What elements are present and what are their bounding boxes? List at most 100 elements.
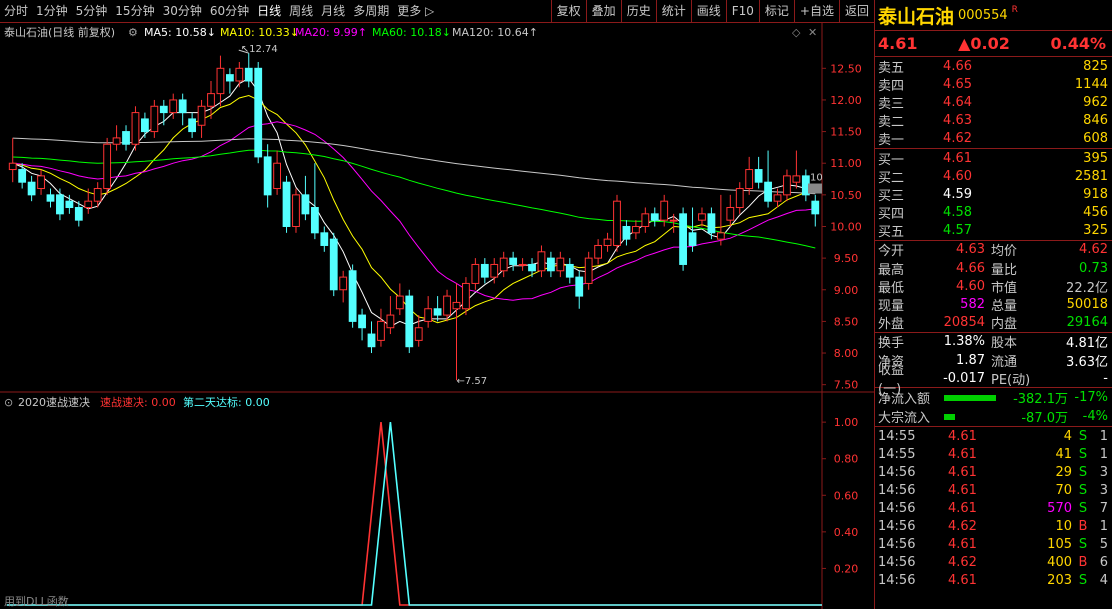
bid-volume: 2581 — [1074, 168, 1108, 184]
stat-value: 50018 — [1066, 297, 1108, 313]
period-tab-9[interactable]: 多周期 — [349, 0, 393, 23]
bid-row: 买二 4.60 2581 — [875, 167, 1112, 186]
period-tab-4[interactable]: 30分钟 — [159, 0, 206, 23]
stat-value: 29164 — [1066, 315, 1108, 331]
tick-side: B — [1078, 554, 1088, 570]
candle — [631, 225, 640, 234]
period-tab-1[interactable]: 1分钟 — [32, 0, 72, 23]
candle — [735, 188, 744, 209]
candle — [329, 238, 338, 291]
period-tab-10[interactable]: 更多 ▷ — [393, 0, 438, 23]
last-price-marker — [808, 183, 822, 194]
candle — [641, 213, 650, 227]
tick-volume: 105 — [1047, 536, 1072, 552]
tool-button-4[interactable]: 画线 — [690, 0, 726, 23]
candle — [348, 270, 357, 322]
candle — [188, 118, 197, 133]
ask-price: 4.62 — [943, 131, 972, 147]
stat-value: 0.73 — [1079, 260, 1108, 276]
ind-y-tick-label: 0.20 — [834, 562, 859, 575]
tick-volume: 400 — [1047, 554, 1072, 570]
tool-button-0[interactable]: 复权 — [550, 0, 586, 23]
tool-button-8[interactable]: 返回 — [838, 0, 874, 23]
tick-count: 1 — [1099, 518, 1108, 534]
period-tab-0[interactable]: 分时 — [0, 0, 32, 23]
tool-button-3[interactable]: 统计 — [655, 0, 691, 23]
diamond-icon[interactable]: ◇ — [792, 26, 801, 39]
candle — [282, 181, 291, 227]
candle — [131, 112, 140, 145]
candle — [292, 194, 300, 227]
period-tab-6[interactable]: 日线 — [253, 0, 285, 23]
stat-label: 今开 — [878, 244, 905, 260]
candle — [716, 232, 725, 240]
indicator-menu-icon[interactable]: ⊙ — [4, 396, 13, 409]
fundamental-row: 收益(一) -0.017 PE(动) - — [875, 363, 1112, 397]
tick-row: 14:56 4.61 29 S 3 — [875, 463, 1112, 481]
bid-label: 买四 — [878, 207, 905, 223]
candle — [754, 169, 763, 183]
tool-button-5[interactable]: F10 — [725, 0, 759, 23]
bid-label: 买二 — [878, 170, 905, 186]
period-tab-5[interactable]: 60分钟 — [206, 0, 253, 23]
tick-row: 14:56 4.62 10 B 1 — [875, 517, 1112, 535]
indicator-chart[interactable]: 1.00 0.80 0.60 0.40 0.20 ⊙ 2020速战速决 速战速决: 0.00 第… — [0, 393, 874, 609]
tick-time: 14:56 — [878, 500, 916, 516]
stat-label: 总量 — [991, 299, 1018, 315]
stat-value: 20854 — [943, 315, 985, 331]
candle — [764, 181, 772, 202]
kline-chart[interactable]: 12.50 12.00 11.50 11.00 10.50 10.00 9.50 9.00 8.… — [0, 23, 874, 393]
fundamental-label: 换手 — [878, 336, 905, 352]
tick-row: 14:56 4.61 203 S 4 — [875, 571, 1112, 589]
ma-label-1: MA10: 10.33↓ — [220, 26, 299, 39]
settings-gear-icon[interactable]: ⚙ — [128, 26, 138, 39]
bid-price: 4.59 — [943, 186, 972, 202]
tool-button-7[interactable]: +自选 — [793, 0, 839, 23]
y-tick-label: 10.50 — [830, 189, 862, 202]
candle — [37, 175, 45, 190]
stat-label: 现量 — [878, 299, 905, 315]
y-tick-label: 12.00 — [830, 94, 862, 107]
bid-book: 买一 4.61 395 买二 4.60 2581 买三 4.59 918 买四 4.58 456 买五 4… — [875, 149, 1112, 241]
candle — [263, 156, 272, 196]
indicator-series-2: 第二天达标: 0.00 — [183, 395, 270, 409]
period-tab-3[interactable]: 15分钟 — [111, 0, 158, 23]
price-change: ▲0.02 — [958, 34, 1010, 53]
kline-svg[interactable]: 12.50 12.00 11.50 11.00 10.50 10.00 9.50 9.00 8.… — [0, 23, 874, 393]
period-tab-2[interactable]: 5分钟 — [72, 0, 112, 23]
y-tick-label: 12.50 — [830, 62, 862, 75]
stat-value: 4.66 — [956, 260, 985, 276]
fundamental-value: 1.87 — [956, 352, 985, 368]
candle — [84, 200, 93, 209]
high-label: ↖12.74 — [241, 44, 278, 55]
tick-price: 4.61 — [948, 500, 977, 516]
tool-button-1[interactable]: 叠加 — [585, 0, 621, 23]
candle — [499, 257, 508, 272]
flow-value: -382.1万 — [1013, 392, 1068, 408]
ask-price: 4.66 — [943, 58, 972, 74]
ma-line-ma20 — [12, 121, 816, 301]
tick-count: 3 — [1099, 482, 1108, 498]
tick-volume: 4 — [1063, 428, 1072, 444]
ask-volume: 1144 — [1074, 76, 1108, 92]
ind-y-tick-label: 0.60 — [834, 489, 859, 502]
stat-row: 现量 582 总量 50018 — [875, 295, 1112, 315]
ask-row: 卖五 4.66 825 — [875, 57, 1112, 76]
candle — [254, 67, 263, 158]
fundamental-label: PE(动) — [991, 372, 1031, 388]
flow-pct: -17% — [1074, 390, 1108, 406]
ask-row: 卖三 4.64 962 — [875, 93, 1112, 112]
bid-volume: 395 — [1083, 150, 1108, 166]
candle — [698, 213, 706, 221]
tool-button-6[interactable]: 标记 — [758, 0, 794, 23]
tool-button-2[interactable]: 历史 — [620, 0, 656, 23]
candle — [122, 131, 130, 145]
indicator-svg[interactable]: 1.00 0.80 0.60 0.40 0.20 ⊙ 2020速战速决 速战速决: 0.00 第… — [0, 393, 874, 609]
period-tab-8[interactable]: 月线 — [317, 0, 349, 23]
stat-label: 内盘 — [991, 317, 1018, 333]
bid-price: 4.58 — [943, 205, 972, 221]
period-tab-7[interactable]: 周线 — [285, 0, 317, 23]
close-icon[interactable]: ✕ — [808, 26, 817, 39]
candle — [509, 257, 518, 265]
fundamental-value: -0.017 — [943, 370, 985, 386]
